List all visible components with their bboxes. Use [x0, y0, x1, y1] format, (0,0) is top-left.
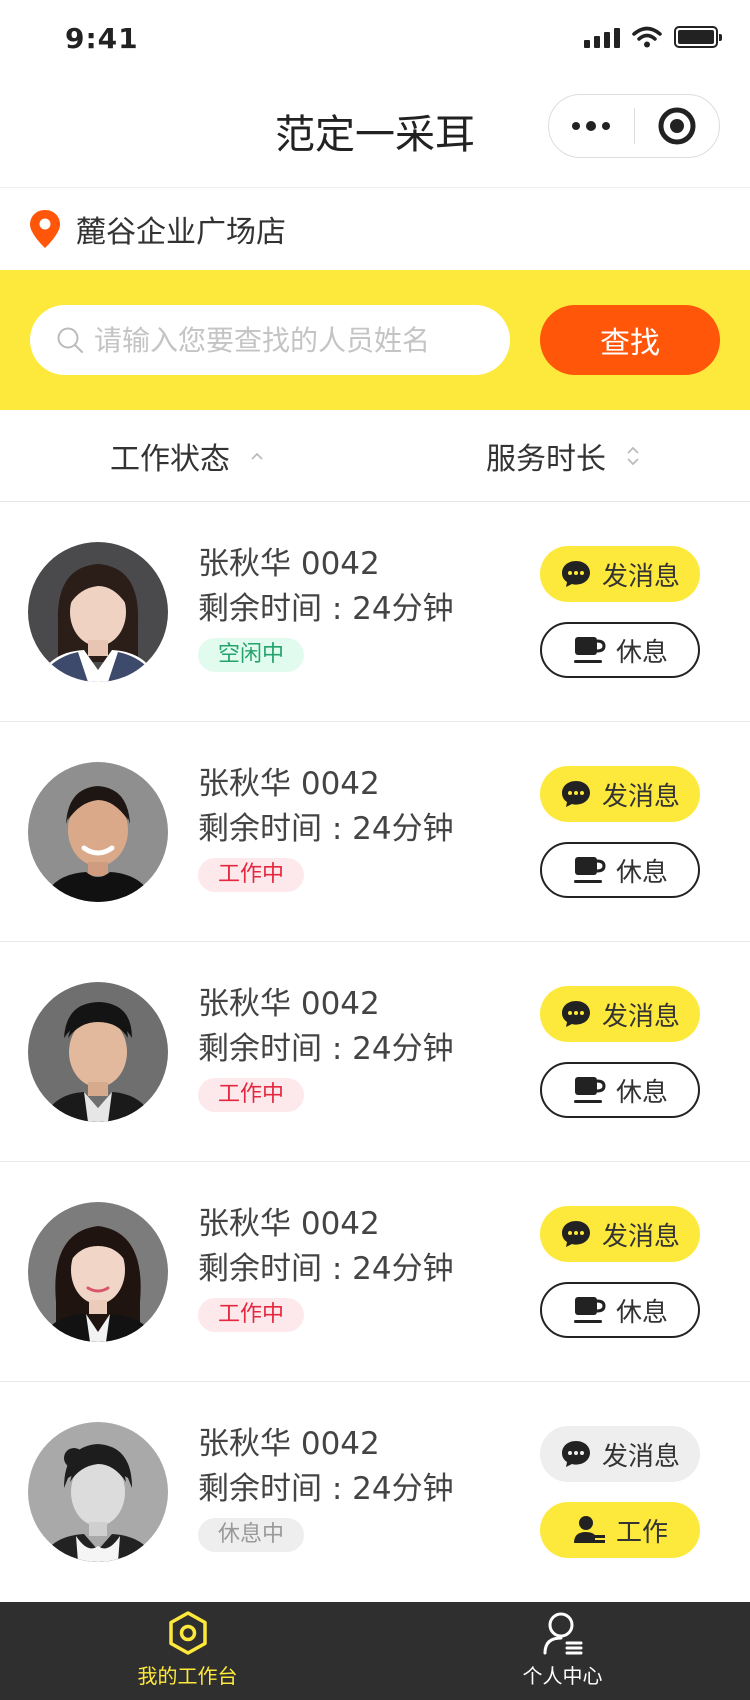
sort-updown-icon	[626, 444, 640, 468]
send-message-label: 发消息	[601, 1221, 680, 1252]
workbench-hex-icon	[168, 1611, 207, 1655]
staff-list: 张秋华 0042 剩余时间 : 24分钟 空闲中 发消息 休息 张秋华 0042…	[0, 502, 750, 1602]
send-message-button[interactable]: 发消息	[540, 1426, 700, 1482]
status-badge: 工作中	[198, 858, 305, 892]
avatar	[28, 982, 168, 1122]
nav-bar: 范定一采耳	[0, 80, 750, 188]
search-icon	[57, 327, 83, 353]
staff-name: 张秋华 0042	[198, 986, 380, 1022]
chat-bubble-icon	[561, 1001, 590, 1027]
remaining-time: 剩余时间 : 24分钟	[198, 1031, 454, 1067]
status-badge: 休息中	[198, 1518, 305, 1552]
status-time: 9:41	[65, 22, 139, 55]
status-bar: 9:41	[0, 0, 750, 80]
work-button[interactable]: 工作	[540, 1502, 700, 1558]
status-badge: 工作中	[198, 1298, 305, 1332]
rest-label: 休息	[615, 857, 668, 888]
tab-profile-label: 个人中心	[522, 1664, 603, 1688]
chat-bubble-icon	[561, 561, 590, 587]
list-item[interactable]: 张秋华 0042 剩余时间 : 24分钟 工作中 发消息 休息	[0, 722, 750, 942]
work-label: 工作	[615, 1517, 668, 1548]
tab-profile[interactable]: 个人中心	[375, 1602, 750, 1700]
store-name: 麓谷企业广场店	[76, 215, 286, 250]
send-message-button[interactable]: 发消息	[540, 766, 700, 822]
target-icon[interactable]	[635, 95, 720, 157]
search-button[interactable]: 查找	[540, 305, 720, 375]
user-work-icon	[573, 1516, 605, 1543]
signal-icon	[584, 26, 620, 48]
rest-label: 休息	[615, 1077, 668, 1108]
chat-bubble-icon	[561, 781, 590, 807]
rest-button[interactable]: 休息	[540, 622, 700, 678]
remaining-time: 剩余时间 : 24分钟	[198, 1251, 454, 1287]
search-band: 查找	[0, 270, 750, 410]
staff-info: 张秋华 0042 剩余时间 : 24分钟 休息中	[198, 1422, 454, 1552]
tab-workbench-label: 我的工作台	[137, 1664, 238, 1688]
avatar	[28, 1422, 168, 1562]
rest-button[interactable]: 休息	[540, 1282, 700, 1338]
staff-info: 张秋华 0042 剩余时间 : 24分钟 工作中	[198, 1202, 454, 1332]
remaining-time: 剩余时间 : 24分钟	[198, 811, 454, 847]
user-profile-icon	[543, 1612, 582, 1655]
staff-info: 张秋华 0042 剩余时间 : 24分钟 工作中	[198, 982, 454, 1112]
sort-work-status-label: 工作状态	[110, 442, 230, 477]
rest-label: 休息	[615, 637, 668, 668]
coffee-cup-icon	[573, 1297, 606, 1323]
list-item[interactable]: 张秋华 0042 剩余时间 : 24分钟 休息中 发消息 工作	[0, 1382, 750, 1602]
tab-workbench[interactable]: 我的工作台	[0, 1602, 375, 1700]
avatar	[28, 1202, 168, 1342]
send-message-label: 发消息	[601, 1441, 680, 1472]
search-box	[30, 305, 510, 375]
send-message-label: 发消息	[601, 561, 680, 592]
mini-program-capsule	[548, 94, 720, 158]
list-item[interactable]: 张秋华 0042 剩余时间 : 24分钟 空闲中 发消息 休息	[0, 502, 750, 722]
chat-bubble-icon	[561, 1221, 590, 1247]
staff-name: 张秋华 0042	[198, 1426, 380, 1462]
remaining-time: 剩余时间 : 24分钟	[198, 591, 454, 627]
staff-name: 张秋华 0042	[198, 766, 380, 802]
more-dots-icon[interactable]	[549, 95, 634, 157]
location-pin-icon	[30, 210, 60, 248]
avatar	[28, 542, 168, 682]
send-message-button[interactable]: 发消息	[540, 986, 700, 1042]
send-message-button[interactable]: 发消息	[540, 546, 700, 602]
staff-info: 张秋华 0042 剩余时间 : 24分钟 工作中	[198, 762, 454, 892]
send-message-label: 发消息	[601, 781, 680, 812]
wifi-icon	[632, 26, 662, 48]
sort-work-status[interactable]: 工作状态	[110, 434, 264, 478]
staff-name: 张秋华 0042	[198, 546, 380, 582]
list-item[interactable]: 张秋华 0042 剩余时间 : 24分钟 工作中 发消息 休息	[0, 942, 750, 1162]
coffee-cup-icon	[573, 637, 606, 663]
chat-bubble-icon	[561, 1441, 590, 1467]
coffee-cup-icon	[573, 1077, 606, 1103]
status-badge: 空闲中	[198, 638, 305, 672]
tab-bar: 我的工作台 个人中心	[0, 1602, 750, 1700]
rest-button[interactable]: 休息	[540, 1062, 700, 1118]
coffee-cup-icon	[573, 857, 606, 883]
staff-name: 张秋华 0042	[198, 1206, 380, 1242]
rest-label: 休息	[615, 1297, 668, 1328]
sort-up-icon	[250, 451, 264, 461]
battery-icon	[674, 26, 722, 48]
sort-service-duration-label: 服务时长	[486, 442, 606, 477]
sort-service-duration[interactable]: 服务时长	[486, 434, 640, 478]
send-message-label: 发消息	[601, 1001, 680, 1032]
send-message-button[interactable]: 发消息	[540, 1206, 700, 1262]
list-item[interactable]: 张秋华 0042 剩余时间 : 24分钟 工作中 发消息 休息	[0, 1162, 750, 1382]
staff-info: 张秋华 0042 剩余时间 : 24分钟 空闲中	[198, 542, 454, 672]
status-badge: 工作中	[198, 1078, 305, 1112]
rest-button[interactable]: 休息	[540, 842, 700, 898]
avatar	[28, 762, 168, 902]
search-input[interactable]	[94, 323, 474, 357]
status-icons	[584, 26, 722, 48]
store-location[interactable]: 麓谷企业广场店	[0, 188, 750, 270]
sort-bar: 工作状态 服务时长	[0, 410, 750, 502]
remaining-time: 剩余时间 : 24分钟	[198, 1471, 454, 1507]
